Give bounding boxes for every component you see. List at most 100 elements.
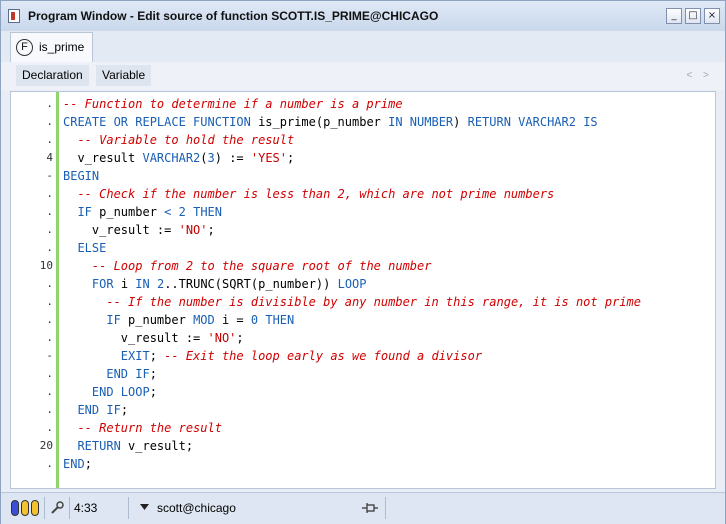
code-line[interactable]: . ELSE xyxy=(11,239,715,257)
code-token: ; xyxy=(207,223,215,237)
line-number: 20 xyxy=(39,439,53,452)
program-window: Program Window - Edit source of function… xyxy=(0,0,726,524)
code-token: IF xyxy=(77,205,92,219)
code-text: -- Check if the number is less than 2, w… xyxy=(63,185,554,203)
code-line[interactable]: . END IF; xyxy=(11,401,715,419)
app-icon xyxy=(8,9,20,23)
code-line[interactable]: . END LOOP; xyxy=(11,383,715,401)
code-token: ELSE xyxy=(77,241,107,255)
code-token: 'YES' xyxy=(250,151,287,165)
code-text: ELSE xyxy=(63,239,106,257)
status-bar: 4:33 scott@chicago xyxy=(1,492,725,524)
code-text: END LOOP; xyxy=(63,383,157,401)
code-token: i = xyxy=(214,313,251,327)
code-text: CREATE OR REPLACE FUNCTION is_prime(p_nu… xyxy=(63,113,598,131)
code-token: ; xyxy=(236,331,244,345)
code-line[interactable]: . CREATE OR REPLACE FUNCTION is_prime(p_n… xyxy=(11,113,715,131)
db-cylinder-icon xyxy=(31,500,39,516)
line-number: . xyxy=(46,205,53,218)
subtab-bar: Declaration Variable < > xyxy=(1,62,725,90)
close-button[interactable]: × xyxy=(704,8,720,24)
wrench-icon[interactable] xyxy=(49,500,65,516)
code-line[interactable]: 10 -- Loop from 2 to the square root of … xyxy=(11,257,715,275)
code-text: v_result := 'NO'; xyxy=(63,221,215,239)
line-number: . xyxy=(46,457,53,470)
code-token: VARCHAR2 xyxy=(142,151,201,165)
code-line[interactable]: . -- Variable to hold the result xyxy=(11,131,715,149)
code-token: p_number xyxy=(120,313,194,327)
code-line[interactable]: . END IF; xyxy=(11,365,715,383)
code-line[interactable]: . -- Check if the number is less than 2,… xyxy=(11,185,715,203)
code-line[interactable]: . FOR i IN 2..TRUNC(SQRT(p_number)) LOOP xyxy=(11,275,715,293)
code-text: -- Loop from 2 to the square root of the… xyxy=(63,257,432,275)
code-token: -- Loop from 2 to the square root of the… xyxy=(91,259,432,273)
subtab-nav-arrows[interactable]: < > xyxy=(687,70,713,81)
code-token: -- Return the result xyxy=(77,421,222,435)
code-editor[interactable]: . -- Function to determine if a number is… xyxy=(10,91,716,489)
code-text: IF p_number < 2 THEN xyxy=(63,203,222,221)
line-number: 4 xyxy=(46,151,53,164)
cursor-position: 4:33 xyxy=(74,501,98,515)
maximize-button[interactable]: □ xyxy=(685,8,701,24)
function-icon: F xyxy=(16,39,33,56)
code-line[interactable]: 4 v_result VARCHAR2(3) := 'YES'; xyxy=(11,149,715,167)
code-lines[interactable]: . -- Function to determine if a number is… xyxy=(11,95,715,473)
minimize-button[interactable]: _ xyxy=(666,8,682,24)
code-token: END IF xyxy=(106,367,150,381)
code-token: ) := xyxy=(214,151,251,165)
code-text: END IF; xyxy=(63,365,157,383)
line-number: . xyxy=(46,97,53,110)
code-token: -- Exit the loop early as we found a div… xyxy=(164,349,483,363)
code-token: LOOP xyxy=(337,277,367,291)
triangle-down-icon[interactable] xyxy=(140,504,149,511)
code-text: -- Function to determine if a number is … xyxy=(63,95,403,113)
code-token: -- Function to determine if a number is … xyxy=(63,97,403,111)
code-text: END IF; xyxy=(63,401,128,419)
connection-label[interactable]: scott@chicago xyxy=(157,501,236,515)
code-token: RETURN xyxy=(77,439,121,453)
code-token: MOD xyxy=(193,313,215,327)
code-line[interactable]: . END; xyxy=(11,455,715,473)
code-token: THEN xyxy=(265,313,295,327)
code-text: EXIT; -- Exit the loop early as we found… xyxy=(63,347,482,365)
code-text: -- Variable to hold the result xyxy=(63,131,294,149)
code-text: END; xyxy=(63,455,92,473)
code-text: v_result := 'NO'; xyxy=(63,329,244,347)
code-token: -- If the number is divisible by any num… xyxy=(106,295,641,309)
code-token: -- Check if the number is less than 2, w… xyxy=(77,187,555,201)
code-line[interactable]: . -- Function to determine if a number is… xyxy=(11,95,715,113)
subtab-variable[interactable]: Variable xyxy=(96,65,152,86)
code-line[interactable]: - BEGIN xyxy=(11,167,715,185)
subtab-declaration[interactable]: Declaration xyxy=(16,65,89,86)
code-token: v_result; xyxy=(120,439,194,453)
code-text: IF p_number MOD i = 0 THEN xyxy=(63,311,294,329)
code-line[interactable]: . -- Return the result xyxy=(11,419,715,437)
code-line[interactable]: . IF p_number MOD i = 0 THEN xyxy=(11,311,715,329)
code-line[interactable]: . v_result := 'NO'; xyxy=(11,329,715,347)
code-token: ..TRUNC(SQRT(p_number)) xyxy=(164,277,338,291)
code-token: 2 xyxy=(178,205,186,219)
code-token: ) xyxy=(453,115,468,129)
code-line[interactable]: . IF p_number < 2 THEN xyxy=(11,203,715,221)
tab-is-prime[interactable]: F is_prime xyxy=(10,32,93,62)
code-token: THEN xyxy=(193,205,222,219)
code-line[interactable]: - EXIT; -- Exit the loop early as we fou… xyxy=(11,347,715,365)
code-line[interactable]: . v_result := 'NO'; xyxy=(11,221,715,239)
code-line[interactable]: 20 RETURN v_result; xyxy=(11,437,715,455)
title-bar[interactable]: Program Window - Edit source of function… xyxy=(1,1,725,32)
line-number: . xyxy=(46,313,53,326)
code-line[interactable]: . -- If the number is divisible by any n… xyxy=(11,293,715,311)
line-number: . xyxy=(46,223,53,236)
status-separator xyxy=(44,497,45,519)
line-number: . xyxy=(46,115,53,128)
pin-icon[interactable] xyxy=(361,500,379,516)
